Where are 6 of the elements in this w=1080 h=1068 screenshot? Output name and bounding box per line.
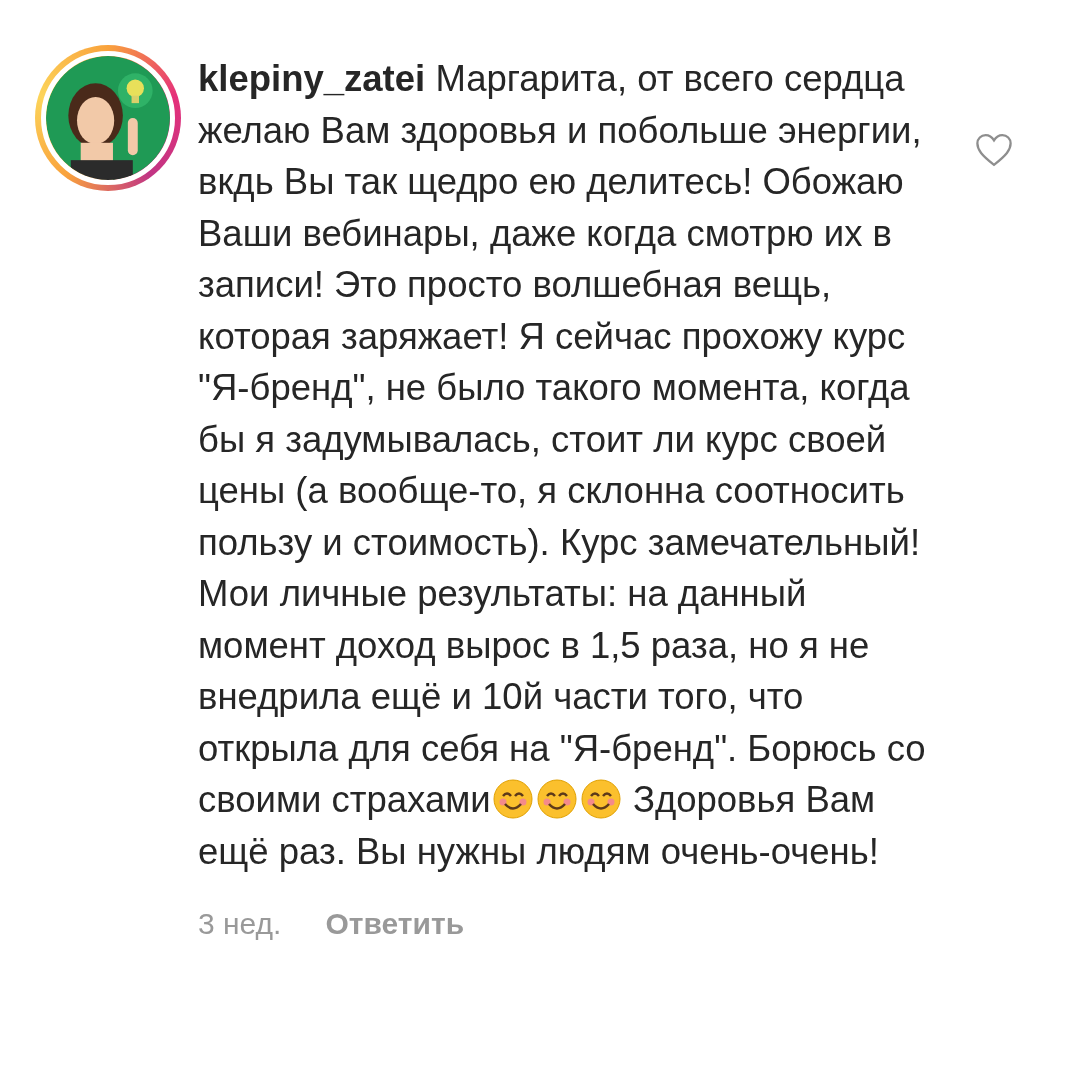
username-link[interactable]: klepiny_zatei bbox=[198, 58, 426, 99]
smiling-face-icon bbox=[580, 779, 621, 819]
comment-time: 3 нед. bbox=[198, 907, 282, 941]
comment-text: klepiny_zatei Маргарита, от всего сердца желаю Вам здоровья и побольше энергии, вкдь Вы так щедро ею делитесь! Обожаю Ваши вебинары, даже когда смотрю их в записи! Это просто волшебная вещь, которая заряжает! Я сейчас прохожу курс "Я-бренд", не было такого момента, когда бы я задумывалась, стоит ли курс своей цены (а вообще-то, я склонна соотносить пользу и стоимость). Курс замечательный! Мои личные результаты: на данный момент доход вырос в 1,5 раза, но я не внедрила ещё и 10й части того, что открыла для себя на "Я-бренд". Борюсь со своими страхами Здоровья Вам ещё раз. Вы нужны людям очень-очень! bbox=[198, 57, 927, 874]
smiling-face-icon bbox=[492, 779, 533, 819]
smiling-face-icon bbox=[536, 779, 577, 819]
